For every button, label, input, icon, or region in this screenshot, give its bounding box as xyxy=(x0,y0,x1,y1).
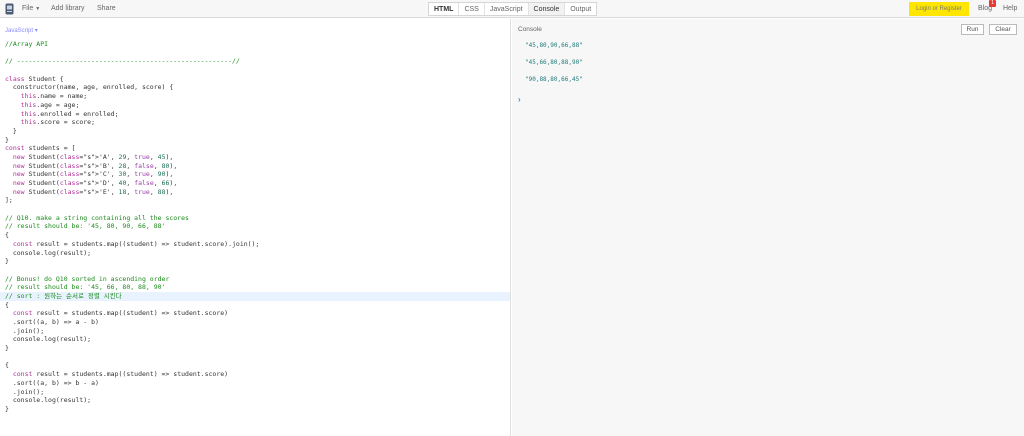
code-line[interactable] xyxy=(5,266,510,275)
language-select[interactable]: JavaScript ▾ xyxy=(5,27,38,34)
code-line[interactable]: const result = students.map((student) =>… xyxy=(5,370,510,379)
code-line[interactable]: const result = students.map((student) =>… xyxy=(5,240,510,249)
add-library-menu[interactable]: Add library xyxy=(51,5,84,12)
help-link[interactable]: Help xyxy=(1003,5,1017,12)
code-line[interactable]: .join(); xyxy=(5,388,510,397)
code-line[interactable]: // result should be: '45, 66, 80, 88, 90… xyxy=(5,283,510,292)
code-line[interactable]: const students = [ xyxy=(5,144,510,153)
code-line[interactable]: this.name = name; xyxy=(5,92,510,101)
tab-output[interactable]: Output xyxy=(565,3,596,15)
code-line[interactable]: // sort : 원하는 순서로 정렬 시킨다 xyxy=(0,291,510,301)
code-line[interactable]: .sort((a, b) => b - a) xyxy=(5,379,510,388)
console-output-line: "45,80,90,66,88" xyxy=(525,42,583,49)
code-line[interactable]: .sort((a, b) => a - b) xyxy=(5,318,510,327)
tab-html[interactable]: HTML xyxy=(429,3,460,15)
code-line[interactable]: new Student(class="s">'D', 40, false, 66… xyxy=(5,179,510,188)
code-line[interactable]: const result = students.map((student) =>… xyxy=(5,309,510,318)
code-line[interactable]: // Q10. make a string containing all the… xyxy=(5,214,510,223)
console-output-line: "90,88,80,66,45" xyxy=(525,76,583,83)
code-line[interactable]: this.enrolled = enrolled; xyxy=(5,110,510,119)
code-line[interactable]: console.log(result); xyxy=(5,249,510,258)
code-line[interactable] xyxy=(5,205,510,214)
console-prompt-icon[interactable]: › xyxy=(518,95,521,104)
tab-css[interactable]: CSS xyxy=(459,3,485,15)
jsfiddle-logo-icon[interactable] xyxy=(5,3,14,15)
console-output-line: "45,66,80,88,90" xyxy=(525,59,583,66)
code-line[interactable]: } xyxy=(5,344,510,353)
login-register-button[interactable]: Login or Register xyxy=(909,2,969,16)
code-line[interactable]: new Student(class="s">'B', 28, false, 80… xyxy=(5,162,510,171)
code-line[interactable]: //Array API xyxy=(5,40,510,49)
language-label: JavaScript xyxy=(5,28,34,34)
code-line[interactable] xyxy=(5,66,510,75)
chevron-down-icon: ▾ xyxy=(34,28,38,34)
code-line[interactable]: } xyxy=(5,257,510,266)
tab-console[interactable]: Console xyxy=(528,3,566,15)
chevron-down-icon: ▼ xyxy=(35,6,41,12)
code-line[interactable]: this.age = age; xyxy=(5,101,510,110)
code-editor[interactable]: //Array API // --------------------------… xyxy=(0,40,510,414)
code-line[interactable]: .join(); xyxy=(5,327,510,336)
file-menu-label: File xyxy=(22,5,34,12)
run-button[interactable]: Run xyxy=(961,24,984,35)
code-line[interactable]: class Student { xyxy=(5,75,510,84)
code-line[interactable]: new Student(class="s">'E', 18, true, 88)… xyxy=(5,188,510,197)
code-line[interactable]: } xyxy=(5,127,510,136)
code-line[interactable]: { xyxy=(5,231,510,240)
code-line[interactable] xyxy=(5,49,510,58)
panel-tabs: HTML CSS JavaScript Console Output xyxy=(428,2,598,16)
file-menu[interactable]: File ▼ xyxy=(22,5,40,12)
console-title: Console xyxy=(518,26,542,33)
code-editor-panel: JavaScript ▾ //Array API // -------------… xyxy=(0,19,511,436)
top-bar: File ▼ Add library Share HTML CSS JavaScr… xyxy=(0,0,1024,18)
code-line[interactable]: { xyxy=(5,361,510,370)
console-panel: Console Run Clear "45,80,90,66,88" "45,6… xyxy=(512,19,1024,436)
code-line[interactable]: // result should be: '45, 80, 90, 66, 88… xyxy=(5,222,510,231)
notification-badge: 1 xyxy=(989,0,996,7)
code-line[interactable] xyxy=(5,353,510,362)
code-line[interactable]: // Bonus! do Q10 sorted in ascending ord… xyxy=(5,275,510,284)
code-line[interactable]: } xyxy=(5,405,510,414)
tab-javascript[interactable]: JavaScript xyxy=(485,3,529,15)
share-menu[interactable]: Share xyxy=(97,5,116,12)
code-line[interactable]: console.log(result); xyxy=(5,335,510,344)
code-line[interactable]: ]; xyxy=(5,196,510,205)
code-line[interactable]: { xyxy=(5,301,510,310)
code-line[interactable]: } xyxy=(5,136,510,145)
clear-button[interactable]: Clear xyxy=(989,24,1017,35)
code-line[interactable]: // -------------------------------------… xyxy=(5,57,510,66)
code-line[interactable]: console.log(result); xyxy=(5,396,510,405)
code-line[interactable]: constructor(name, age, enrolled, score) … xyxy=(5,83,510,92)
code-line[interactable]: new Student(class="s">'A', 29, true, 45)… xyxy=(5,153,510,162)
code-line[interactable]: this.score = score; xyxy=(5,118,510,127)
code-line[interactable]: new Student(class="s">'C', 30, true, 90)… xyxy=(5,170,510,179)
